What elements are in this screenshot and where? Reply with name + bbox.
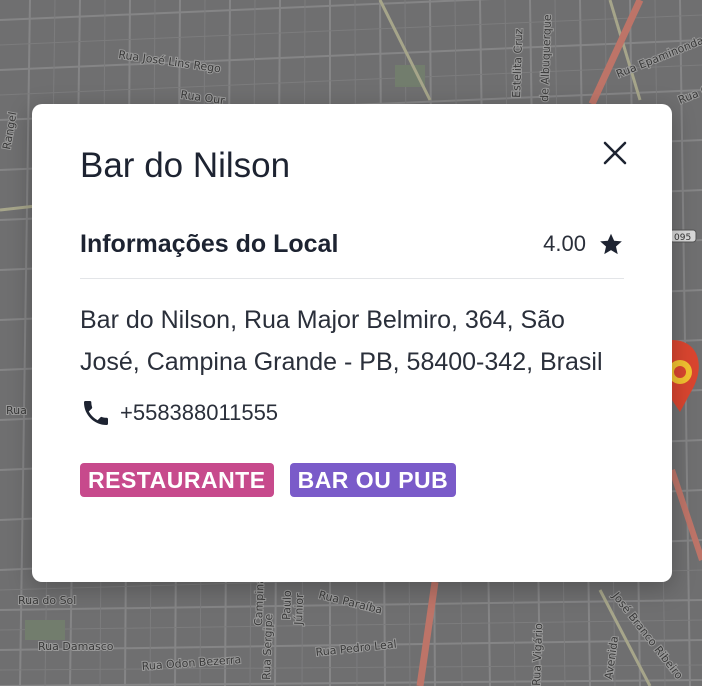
street-label: Rua [6, 404, 27, 417]
street-label: Paulo [280, 590, 294, 620]
divider [80, 278, 624, 279]
close-button[interactable] [600, 138, 630, 168]
star-icon [598, 231, 624, 257]
phone-icon [80, 397, 112, 429]
street-label: Rua Vigário [530, 623, 545, 686]
rating: 4.00 [543, 231, 624, 257]
place-address: Bar do Nilson, Rua Major Belmiro, 364, S… [80, 306, 603, 376]
place-info-modal: Bar do Nilson Informações do Local 4.00 … [32, 104, 672, 582]
road-shield-label: 095 [674, 233, 691, 243]
phone-number[interactable]: +558388011555 [120, 400, 278, 426]
street-label: Rua do Sol [18, 594, 76, 607]
place-title: Bar do Nilson [80, 146, 291, 185]
street-label: Campina [252, 577, 267, 626]
rating-value: 4.00 [543, 231, 586, 256]
phone-row: +558388011555 [80, 397, 624, 429]
category-tags: RESTAURANTE BAR OU PUB [80, 463, 624, 497]
section-title: Informações do Local [80, 229, 339, 258]
close-icon [603, 141, 627, 165]
tag-bar-ou-pub: BAR OU PUB [289, 463, 457, 497]
tag-restaurante: RESTAURANTE [80, 463, 274, 497]
street-label: Rua Damasco [38, 640, 114, 653]
section-header: Informações do Local 4.00 [80, 228, 624, 260]
street-label: Estelita Cruz [510, 28, 525, 98]
street-label: Júnior [292, 593, 306, 626]
